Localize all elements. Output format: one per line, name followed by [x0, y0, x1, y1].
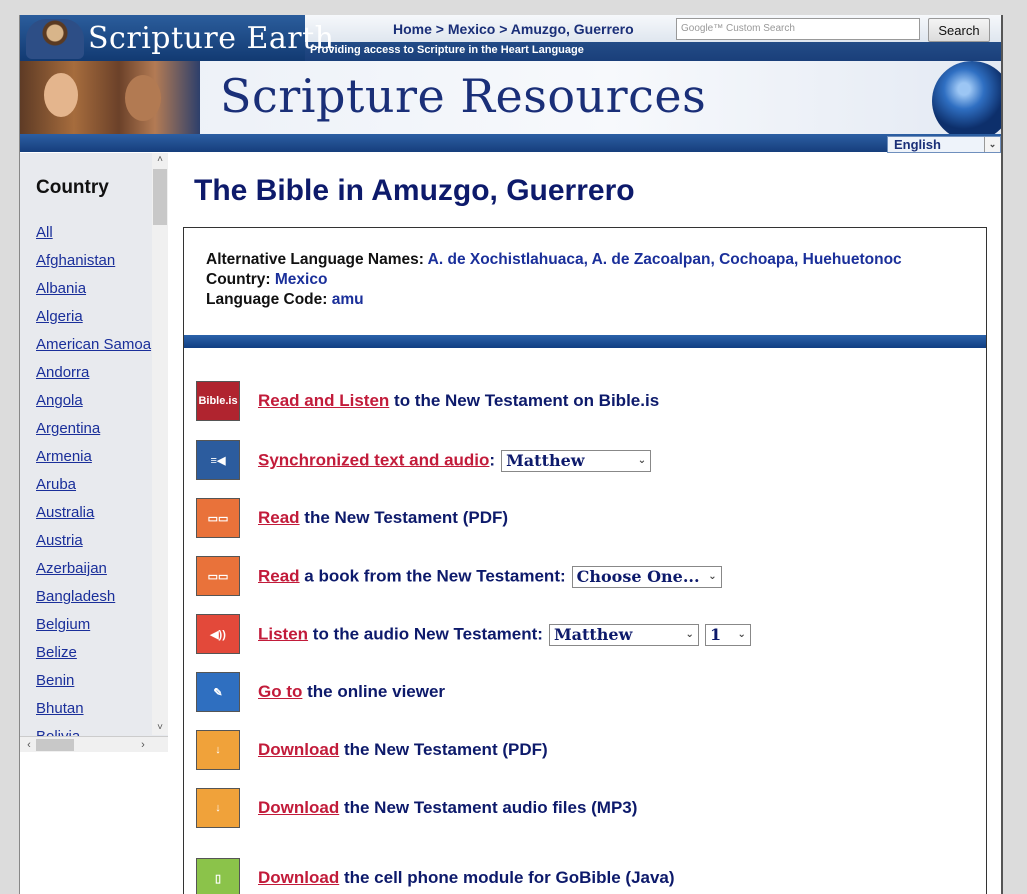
scroll-thumb-horizontal[interactable]	[36, 739, 74, 751]
chevron-down-icon: ⌄	[685, 629, 694, 640]
site-name: Scripture Earth	[88, 21, 335, 56]
resource-link[interactable]: Download	[258, 868, 339, 887]
logo-image	[26, 19, 84, 59]
country-link[interactable]: Bangladesh	[36, 588, 168, 616]
banner-title: Scripture Resources	[220, 69, 707, 123]
country-link[interactable]: Aruba	[36, 476, 168, 504]
country-link[interactable]: Australia	[36, 504, 168, 532]
resource-item: ◀)) Listen to the audio New Testament: Mat…	[196, 614, 976, 654]
site-logo[interactable]: Scripture Earth	[20, 15, 334, 61]
resource-description: to the New Testament on Bible.is	[389, 391, 660, 410]
breadcrumb-current: Amuzgo, Guerrero	[510, 21, 634, 37]
scroll-up-icon[interactable]: ˄	[152, 153, 168, 167]
country-link[interactable]: Austria	[36, 532, 168, 560]
banner-photo	[20, 61, 200, 134]
sync-audio-icon[interactable]: ≡◀	[196, 440, 240, 480]
resource-description: a book from the New Testament:	[299, 566, 566, 586]
book-select[interactable]: Matthew ⌄	[548, 624, 699, 646]
resource-item: ▭▭ Read the New Testament (PDF)	[196, 498, 976, 538]
country-link[interactable]: Azerbaijan	[36, 560, 168, 588]
sidebar-title: Country	[36, 177, 109, 198]
country-link[interactable]: Afghanistan	[36, 252, 168, 280]
country-link[interactable]: Benin	[36, 672, 168, 700]
sidebar-vertical-scrollbar[interactable]: ˄ ˅	[152, 153, 168, 735]
book-icon[interactable]: ▭▭	[196, 498, 240, 538]
browser-page: Scripture Earth Providing access to Scri…	[19, 15, 1003, 894]
scroll-right-icon[interactable]: ›	[136, 737, 150, 753]
resource-link[interactable]: Read and Listen	[258, 391, 389, 410]
resource-item: ↓ Download the New Testament audio files …	[196, 788, 976, 828]
phone-icon[interactable]: ▯	[196, 858, 240, 894]
sidebar-horizontal-scrollbar[interactable]: ‹ ›	[20, 736, 168, 752]
country-value: Mexico	[274, 271, 328, 288]
language-select[interactable]: English ⌄	[887, 136, 1001, 153]
resource-description: the New Testament (PDF)	[299, 508, 509, 527]
nav-band	[20, 134, 1001, 152]
resource-link[interactable]: Go to	[258, 682, 302, 701]
download-icon[interactable]: ↓	[196, 788, 240, 828]
resource-link[interactable]: Download	[258, 740, 339, 759]
globe-icon	[932, 61, 1001, 141]
resource-item: ▯ Download the cell phone module for GoBi…	[196, 858, 976, 894]
resource-link[interactable]: Synchronized text and audio	[258, 450, 489, 469]
country-link[interactable]: Belize	[36, 644, 168, 672]
sidebar: Country All Afghanistan Albania Algeria Amer…	[20, 153, 168, 748]
chapter-select[interactable]: 1 ⌄	[704, 624, 751, 646]
breadcrumb-country[interactable]: Mexico	[448, 21, 495, 37]
bible-is-icon[interactable]: Bible.is	[196, 381, 240, 421]
resource-link[interactable]: Read	[258, 508, 300, 527]
resource-description: the New Testament (PDF)	[339, 740, 548, 759]
resource-description: the New Testament audio files (MP3)	[339, 798, 638, 817]
alternative-names: A. de Xochistlahuaca, A. de Zacoalpan, C…	[427, 251, 902, 268]
download-icon[interactable]: ↓	[196, 730, 240, 770]
search-input[interactable]: Google™ Custom Search	[676, 18, 920, 40]
breadcrumb: Home > Mexico > Amuzgo, Guerrero	[393, 21, 634, 37]
country-link[interactable]: Algeria	[36, 308, 168, 336]
resource-item: ≡◀ Synchronized text and audio: Matthew ⌄	[196, 440, 976, 480]
resource-link[interactable]: Download	[258, 798, 339, 817]
country-link[interactable]: All	[36, 224, 168, 252]
chevron-down-icon: ⌄	[708, 571, 717, 582]
resource-item: ✎ Go to the online viewer	[196, 672, 976, 712]
speaker-icon[interactable]: ◀))	[196, 614, 240, 654]
chevron-down-icon: ⌄	[737, 629, 746, 640]
country-link[interactable]: Armenia	[36, 448, 168, 476]
country-link[interactable]: Andorra	[36, 364, 168, 392]
tagline: Providing access to Scripture in the Hea…	[310, 44, 584, 56]
divider-bar	[184, 335, 986, 348]
chevron-down-icon: ⌄	[637, 455, 647, 466]
scroll-thumb[interactable]	[153, 169, 167, 225]
book-icon[interactable]: ▭▭	[196, 556, 240, 596]
language-code: amu	[331, 291, 364, 308]
country-link[interactable]: Bhutan	[36, 700, 168, 728]
resource-description: :	[489, 450, 496, 470]
scroll-left-icon[interactable]: ‹	[22, 737, 36, 753]
edit-icon[interactable]: ✎	[196, 672, 240, 712]
country-link[interactable]: Angola	[36, 392, 168, 420]
page-title: The Bible in Amuzgo, Guerrero	[194, 174, 635, 207]
resource-description: the cell phone module for GoBible (Java)	[339, 868, 675, 887]
language-info: Alternative Language Names: A. de Xochis…	[206, 251, 902, 308]
banner: Scripture Resources	[20, 61, 1001, 141]
scroll-down-icon[interactable]: ˅	[152, 721, 168, 735]
country-link[interactable]: American Samoa	[36, 336, 168, 364]
main-content-box: Alternative Language Names: A. de Xochis…	[183, 227, 987, 894]
resource-item: ↓ Download the New Testament (PDF)	[196, 730, 976, 770]
resource-description: the online viewer	[302, 682, 446, 701]
resource-link[interactable]: Read	[258, 566, 300, 585]
resource-link[interactable]: Listen	[258, 624, 308, 643]
chevron-down-icon: ⌄	[984, 137, 1000, 152]
country-link[interactable]: Belgium	[36, 616, 168, 644]
book-select[interactable]: Matthew ⌄	[501, 450, 652, 472]
country-link[interactable]: Argentina	[36, 420, 168, 448]
breadcrumb-home[interactable]: Home	[393, 21, 432, 37]
search-button[interactable]: Search	[928, 18, 990, 42]
resource-item: ▭▭ Read a book from the New Testament: Cho…	[196, 556, 976, 596]
resource-item: Bible.is Read and Listen to the New Testa…	[196, 381, 976, 421]
resource-description: to the audio New Testament:	[308, 624, 543, 644]
book-select[interactable]: Choose One... ⌄	[571, 566, 722, 588]
country-link[interactable]: Albania	[36, 280, 168, 308]
country-list: All Afghanistan Albania Algeria American Sam…	[36, 224, 168, 756]
